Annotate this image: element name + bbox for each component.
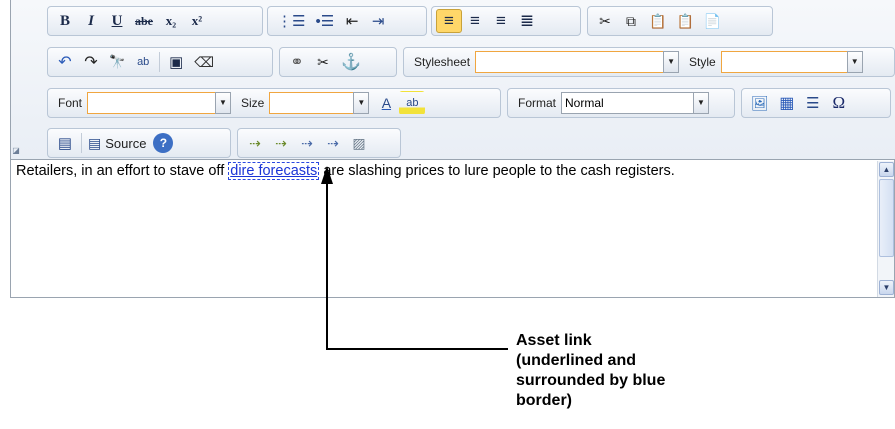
cut-icon[interactable]: ✂ xyxy=(592,9,618,33)
align-left-button[interactable]: ≡ xyxy=(436,9,462,33)
bold-button[interactable]: B xyxy=(52,9,78,33)
font-label: Font xyxy=(58,96,83,110)
replace-icon[interactable]: ab xyxy=(130,50,156,74)
edit-asset-icon[interactable]: ⇢ xyxy=(294,131,320,155)
horizontal-rule-icon[interactable]: ☰ xyxy=(800,91,826,115)
insert-group: 🖼 ▦ ☰ Ω xyxy=(741,88,891,118)
asset-link[interactable]: dire forecasts xyxy=(228,162,320,180)
edit-group: ↶ ↷ 🔭 ab ▣ ⌫ xyxy=(47,47,273,77)
stylesheet-label: Stylesheet xyxy=(414,55,471,69)
size-field[interactable] xyxy=(269,92,354,114)
undo-icon[interactable]: ↶ xyxy=(52,50,78,74)
redo-icon[interactable]: ↷ xyxy=(78,50,104,74)
text-style-group: B I U abe x₂ x² xyxy=(47,6,263,36)
rich-text-editor: B I U abe x₂ x² ⋮☰ •☰ ⇤ ⇥ ≡ ≡ ≡ ≣ ✂ ⧉ 📋 … xyxy=(10,0,895,298)
chevron-down-icon[interactable]: ▼ xyxy=(353,92,370,114)
clipboard-group: ✂ ⧉ 📋 📋 📄 xyxy=(587,6,773,36)
callout-line-1: Asset link xyxy=(516,332,592,349)
scroll-down-icon[interactable]: ▼ xyxy=(879,280,894,295)
toolbar-separator xyxy=(81,133,82,153)
justify-button[interactable]: ≣ xyxy=(514,9,540,33)
link-group: ⚭ ✂ ⚓ xyxy=(279,47,397,77)
chevron-down-icon[interactable]: ▼ xyxy=(846,51,863,73)
callout-line-2: (underlined and xyxy=(516,352,636,369)
source-button[interactable]: ▤ Source xyxy=(85,131,149,155)
format-dropdown[interactable]: Normal ▼ xyxy=(561,92,710,114)
paste-icon[interactable]: 📋 xyxy=(644,9,671,33)
preview-icon[interactable]: ▤ xyxy=(52,131,78,155)
underline-button[interactable]: U xyxy=(104,9,130,33)
image-icon[interactable]: 🖼 xyxy=(746,91,774,115)
style-label: Style xyxy=(689,55,716,69)
superscript-button[interactable]: x² xyxy=(184,9,210,33)
format-label: Format xyxy=(518,96,557,110)
source-label: Source xyxy=(105,135,147,151)
paste-word-icon[interactable]: 📄 xyxy=(699,9,726,33)
font-group: Font ▼ Size ▼ A ab xyxy=(47,88,501,118)
background-color-icon[interactable]: ab xyxy=(399,91,426,115)
content-text-after: are slashing prices to lure people to th… xyxy=(319,163,675,179)
anchor-icon[interactable]: ⚓ xyxy=(336,50,366,74)
size-dropdown[interactable]: ▼ xyxy=(269,92,370,114)
unlink-icon[interactable]: ✂ xyxy=(310,50,336,74)
editor-content[interactable]: Retailers, in an effort to stave off dir… xyxy=(11,161,877,297)
strikethrough-button[interactable]: abe xyxy=(130,9,158,33)
bullet-list-button[interactable]: •☰ xyxy=(310,9,339,33)
chevron-down-icon[interactable]: ▼ xyxy=(693,92,710,114)
toolbar-separator xyxy=(159,52,161,72)
help-icon[interactable]: ? xyxy=(153,133,174,153)
insert-asset-image-icon[interactable]: ▨ xyxy=(346,131,372,155)
scroll-up-icon[interactable]: ▲ xyxy=(879,162,894,177)
link-icon[interactable]: ⚭ xyxy=(284,50,310,74)
paste-text-icon[interactable]: 📋 xyxy=(671,9,698,33)
asset-group: ⇢ ⇢ ⇢ ⇢ ▨ xyxy=(237,128,401,158)
view-group: ▤ ▤ Source ? xyxy=(47,128,231,158)
special-character-icon[interactable]: Ω xyxy=(826,91,852,115)
insert-asset-icon[interactable]: ⇢ xyxy=(268,131,294,155)
italic-button[interactable]: I xyxy=(78,9,104,33)
content-text-before: Retailers, in an effort to stave off xyxy=(16,163,229,179)
select-all-icon[interactable]: ▣ xyxy=(163,50,189,74)
find-icon[interactable]: 🔭 xyxy=(104,50,130,74)
font-field[interactable] xyxy=(87,92,216,114)
insert-asset-link-icon[interactable]: ⇢ xyxy=(242,131,268,155)
collapse-toolbar-icon[interactable]: ◪ xyxy=(11,146,21,156)
callout-horizontal-line xyxy=(326,348,508,350)
style-dropdown[interactable]: ▼ xyxy=(720,51,863,73)
align-right-button[interactable]: ≡ xyxy=(488,9,514,33)
scrollbar-thumb[interactable] xyxy=(879,179,894,257)
callout-vertical-line xyxy=(326,182,328,350)
stylesheet-dropdown[interactable]: ▼ xyxy=(475,51,680,73)
editor-toolbar: B I U abe x₂ x² ⋮☰ •☰ ⇤ ⇥ ≡ ≡ ≡ ≣ ✂ ⧉ 📋 … xyxy=(11,0,895,160)
subscript-button[interactable]: x₂ xyxy=(158,9,184,33)
indent-button[interactable]: ⇥ xyxy=(365,9,391,33)
remove-asset-icon[interactable]: ⇢ xyxy=(320,131,346,155)
format-field[interactable]: Normal xyxy=(561,92,694,114)
style-selectors-group: Stylesheet ▼ Style ▼ xyxy=(403,47,895,77)
font-dropdown[interactable]: ▼ xyxy=(87,92,232,114)
remove-format-icon[interactable]: ⌫ xyxy=(189,50,219,74)
source-icon: ▤ xyxy=(88,134,102,151)
table-icon[interactable]: ▦ xyxy=(774,91,800,115)
align-center-button[interactable]: ≡ xyxy=(462,9,488,33)
numbered-list-button[interactable]: ⋮☰ xyxy=(272,9,310,33)
callout-line-3: surrounded by blue xyxy=(516,372,666,389)
size-label: Size xyxy=(241,96,265,110)
list-group: ⋮☰ •☰ ⇤ ⇥ xyxy=(267,6,427,36)
alignment-group: ≡ ≡ ≡ ≣ xyxy=(431,6,581,36)
callout-label: Asset link (underlined and surrounded by… xyxy=(516,331,776,411)
stylesheet-field[interactable] xyxy=(475,51,664,73)
text-color-icon[interactable]: A xyxy=(373,91,399,115)
copy-icon[interactable]: ⧉ xyxy=(618,9,644,33)
callout-line-4: border) xyxy=(516,392,572,409)
outdent-button[interactable]: ⇤ xyxy=(339,9,365,33)
chevron-down-icon[interactable]: ▼ xyxy=(215,92,232,114)
style-field[interactable] xyxy=(720,51,847,73)
format-group: Format Normal ▼ xyxy=(507,88,735,118)
chevron-down-icon[interactable]: ▼ xyxy=(663,51,680,73)
vertical-scrollbar[interactable]: ▲ ▼ xyxy=(877,161,894,297)
